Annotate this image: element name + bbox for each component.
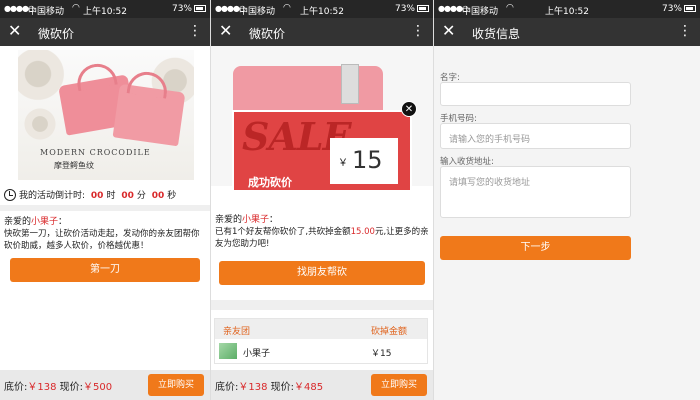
clock-icon — [4, 189, 16, 201]
clock-time: 上午10:52 — [545, 7, 589, 17]
battery-icon — [194, 5, 206, 12]
flower-decoration — [22, 106, 58, 142]
bag-clasp — [341, 64, 359, 104]
price-summary: 底价:￥138 现价:￥500 — [4, 378, 112, 393]
phone-field[interactable]: 请输入您的手机号码 — [440, 123, 631, 149]
status-bar: ●●●●○ 中国移动 ◠ 上午10:52 73% — [211, 0, 433, 18]
floor-price: ￥138 — [238, 382, 268, 393]
greeting-prefix: 亲爱的 — [4, 217, 32, 227]
message-part-a: 已有1个好友帮你砍价了,共砍掉金额 — [215, 227, 351, 237]
cut-amount: 15.00 — [350, 227, 375, 237]
battery-percent: 73% — [661, 4, 682, 14]
greeting-suffix: ： — [58, 217, 68, 227]
nickname: 小果子 — [242, 215, 270, 225]
product-caption-en: MODERN CROCODILE — [40, 148, 151, 157]
buy-now-button[interactable]: 立即购买 — [147, 374, 204, 396]
popup-amount: 15 — [352, 146, 383, 174]
floor-price: ￥138 — [27, 382, 57, 393]
popup-currency: ￥ — [338, 158, 348, 169]
countdown-label: 我的活动倒计时: — [19, 191, 86, 201]
price-summary: 底价:￥138 现价:￥485 — [215, 378, 323, 393]
page-title: 微砍价 — [249, 27, 286, 41]
status-bar: ●●●●○ 中国移动 ◠ 上午10:52 73% — [0, 0, 210, 18]
close-icon[interactable]: ✕ — [442, 22, 455, 40]
name-field[interactable] — [440, 82, 631, 106]
greeting-prefix: 亲爱的 — [215, 215, 243, 225]
countdown-minutes: 00 — [121, 191, 134, 201]
next-step-button[interactable]: 下一步 — [440, 236, 631, 260]
divider — [0, 205, 210, 211]
battery-percent: 73% — [171, 4, 192, 14]
minutes-unit: 分 — [136, 191, 146, 201]
table-row: 小果子 ￥15 — [215, 339, 427, 363]
close-icon[interactable]: ✕ — [8, 22, 21, 40]
product-image: MODERN CROCODILE 摩登鳄鱼纹 — [18, 50, 194, 180]
friend-amount: ￥15 — [371, 349, 392, 359]
battery-icon — [684, 5, 696, 12]
floor-price-label: 底价: — [4, 382, 28, 393]
close-icon[interactable]: ✕ — [219, 22, 232, 40]
avatar — [219, 343, 237, 359]
divider — [211, 300, 433, 310]
progress-message: 已有1个好友帮你砍价了,共砍掉金额15.00元,让更多的亲友为您助力吧! — [215, 226, 430, 250]
price-bar: 底价:￥138 现价:￥500 立即购买 — [0, 370, 210, 400]
more-menu-icon[interactable]: ⋮ — [678, 23, 692, 39]
countdown-hours: 00 — [90, 191, 104, 201]
more-menu-icon[interactable]: ⋮ — [188, 23, 202, 39]
more-menu-icon[interactable]: ⋮ — [411, 23, 425, 39]
price-bar: 底价:￥138 现价:￥485 立即购买 — [211, 370, 433, 400]
nickname: 小果子 — [31, 217, 59, 227]
greeting-suffix: ： — [269, 215, 279, 225]
cut-success-popup: SALE 成功砍价 ￥ 15 — [232, 110, 412, 192]
title-bar: ✕ 微砍价 ⋮ — [211, 18, 433, 46]
greeting: 亲爱的小果子： — [215, 212, 278, 225]
current-price-label: 现价: — [59, 382, 84, 393]
current-price-label: 现价: — [270, 382, 295, 393]
friends-table: 亲友团 砍掉金额 小果子 ￥15 — [214, 318, 428, 364]
buy-now-button[interactable]: 立即购买 — [370, 374, 427, 396]
friends-header-amount: 砍掉金额 — [371, 327, 408, 337]
page-title: 收货信息 — [472, 27, 521, 41]
popup-amount-card: ￥ 15 — [330, 138, 398, 184]
seconds-unit: 秒 — [167, 191, 177, 201]
address-field[interactable]: 请填写您的收货地址 — [440, 166, 631, 218]
first-cut-button[interactable]: 第一刀 — [10, 258, 200, 282]
page-title: 微砍价 — [38, 27, 75, 41]
countdown-timer: 我的活动倒计时: 00 时 00 分 00 秒 — [4, 188, 204, 204]
invite-message: 快砍第一刀，让砍价活动走起，发动你的亲友团帮你砍价助威，越多人砍价，价格越优惠！ — [4, 229, 200, 251]
greeting: 亲爱的小果子： — [4, 214, 67, 227]
ask-friends-button[interactable]: 找朋友帮砍 — [219, 261, 425, 285]
battery-percent: 73% — [394, 4, 415, 14]
product-caption-cn: 摩登鳄鱼纹 — [54, 161, 94, 170]
close-icon[interactable]: ✕ — [401, 101, 417, 117]
status-bar: ●●●●○ 中国移动 ◠ 上午10:52 73% — [434, 0, 700, 18]
friend-name: 小果子 — [243, 349, 271, 359]
countdown-seconds: 00 — [151, 191, 165, 201]
current-price: ￥500 — [83, 382, 113, 393]
hours-unit: 时 — [106, 191, 116, 201]
friends-header-name: 亲友团 — [223, 327, 251, 337]
current-price: ￥485 — [294, 382, 324, 393]
popup-label: 成功砍价 — [248, 176, 292, 189]
floor-price-label: 底价: — [215, 382, 239, 393]
phone-screen-1: ●●●●○ 中国移动 ◠ 上午10:52 73% ✕ 微砍价 ⋮ MODERN … — [0, 0, 210, 400]
title-bar: ✕ 收货信息 ⋮ — [434, 18, 700, 46]
title-bar: ✕ 微砍价 ⋮ — [0, 18, 210, 46]
friends-table-header: 亲友团 砍掉金额 — [215, 319, 427, 339]
battery-icon — [417, 5, 429, 12]
